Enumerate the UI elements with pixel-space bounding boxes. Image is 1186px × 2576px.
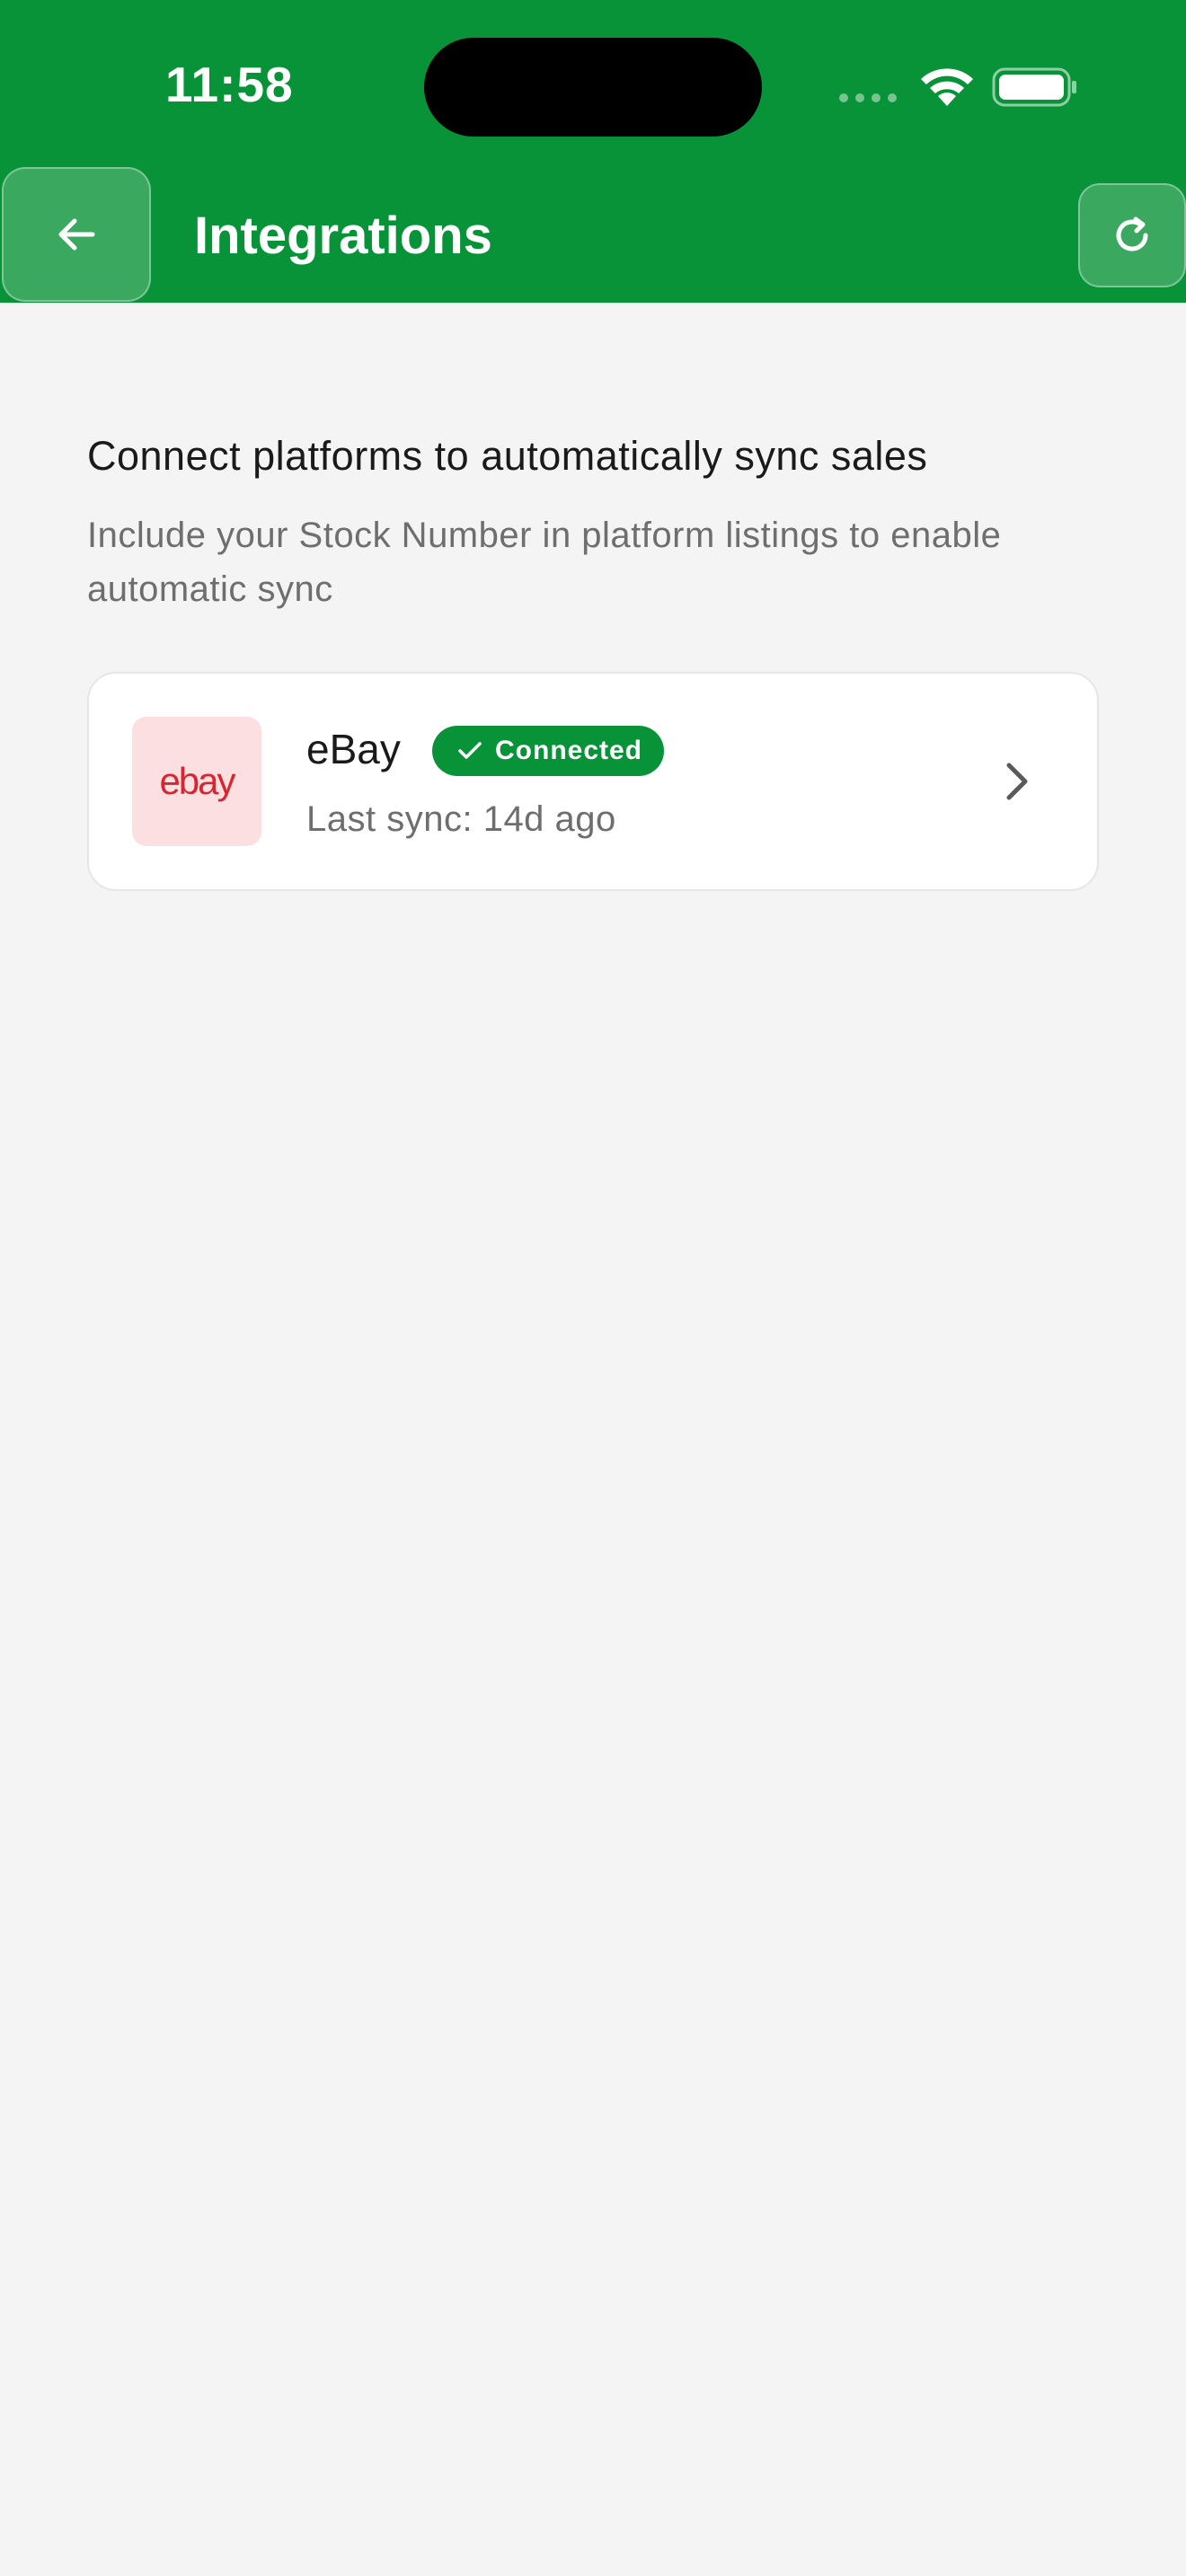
refresh-button[interactable] [1078, 183, 1186, 287]
battery-icon [992, 67, 1076, 107]
platform-name: eBay [306, 726, 401, 772]
status-label: Connected [495, 736, 643, 765]
integration-card-ebay[interactable]: ebay eBay Connected Last sync: 14d ago [87, 672, 1099, 891]
back-button[interactable] [2, 167, 151, 302]
arrow-left-icon [58, 218, 95, 251]
wifi-icon [921, 68, 973, 106]
dynamic-island [424, 38, 762, 137]
last-sync-text: Last sync: 14d ago [306, 799, 616, 839]
status-badge: Connected [432, 726, 665, 776]
refresh-icon [1116, 216, 1148, 251]
signal-icon [839, 93, 897, 102]
page-title: Integrations [194, 207, 492, 265]
app-header: 11:58 Integrations [0, 0, 1186, 303]
ebay-logo-text: ebay [159, 760, 235, 802]
chevron-right-icon [1006, 763, 1028, 800]
intro-heading: Connect platforms to automatically sync … [87, 433, 928, 479]
status-bar-time: 11:58 [165, 57, 294, 112]
check-icon [458, 742, 482, 759]
ebay-logo: ebay [132, 717, 261, 846]
intro-subtext: Include your Stock Number in platform li… [87, 516, 1002, 609]
